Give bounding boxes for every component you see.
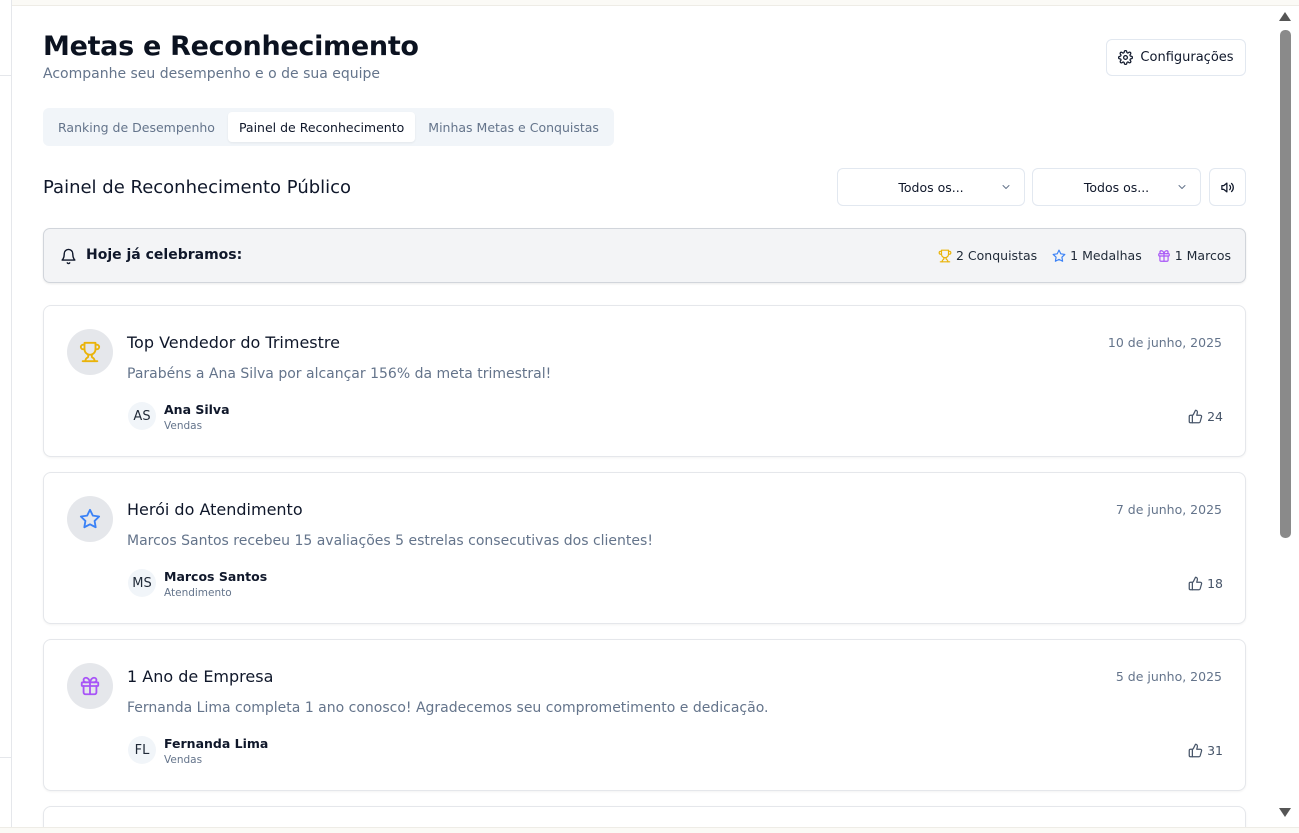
stat-milestones: 1 Marcos <box>1157 248 1231 263</box>
recognition-dialog: Metas e Reconhecimento Acompanhe seu des… <box>13 7 1276 827</box>
filter-select-2-value: Todos os... <box>1083 179 1150 195</box>
stat-achievements-label: 2 Conquistas <box>956 248 1038 263</box>
tab-my-goals[interactable]: Minhas Metas e Conquistas <box>417 112 610 142</box>
card-description: Marcos Santos recebeu 15 avaliações 5 es… <box>127 533 653 549</box>
recognition-card <box>43 806 1246 827</box>
card-description: Fernanda Lima completa 1 ano conosco! Ag… <box>127 700 769 716</box>
gear-icon <box>1118 50 1134 65</box>
avatar: AS <box>128 402 156 430</box>
scrollbar-thumb[interactable] <box>1280 30 1291 538</box>
like-button[interactable]: 18 <box>1188 576 1223 591</box>
card-date: 5 de junho, 2025 <box>1115 669 1222 684</box>
settings-button[interactable]: Configurações <box>1106 39 1246 76</box>
thumbs-up-icon <box>1188 576 1203 591</box>
like-count: 18 <box>1207 576 1223 591</box>
celebration-stats: 2 Conquistas 1 Medalhas 1 Marcos <box>938 248 1231 263</box>
avatar: FL <box>128 736 156 764</box>
filter-select-1-value: Todos os... <box>898 179 964 195</box>
section-title: Painel de Reconhecimento Público <box>43 177 352 198</box>
stat-medals-label: 1 Medalhas <box>1070 248 1142 263</box>
settings-button-label: Configurações <box>1140 50 1234 65</box>
person-department: Vendas <box>164 420 203 432</box>
sound-toggle-button[interactable] <box>1209 168 1246 206</box>
card-title: Herói do Atendimento <box>127 500 303 519</box>
like-button[interactable]: 24 <box>1188 409 1223 424</box>
star-icon <box>79 508 101 529</box>
today-celebrations-banner: Hoje já celebramos: 2 Conquistas 1 Medal… <box>43 228 1246 283</box>
speaker-icon <box>1221 182 1234 192</box>
recognition-card: Top Vendedor do Trimestre 10 de junho, 2… <box>43 305 1246 457</box>
person-department: Vendas <box>164 754 203 766</box>
card-icon-badge <box>67 329 113 375</box>
person-name: Marcos Santos <box>164 569 268 584</box>
card-icon-badge <box>67 663 113 709</box>
person-name: Ana Silva <box>164 402 230 417</box>
gift-icon <box>1157 249 1170 262</box>
bell-icon <box>61 248 76 265</box>
stat-achievements: 2 Conquistas <box>938 248 1037 263</box>
tab-list: Ranking de Desempenho Painel de Reconhec… <box>43 108 614 146</box>
background-page-edge <box>0 0 12 833</box>
like-count: 24 <box>1207 409 1223 424</box>
chevron-down-icon <box>1178 185 1186 189</box>
star-icon <box>1052 249 1066 262</box>
filter-select-1[interactable]: Todos os... <box>837 168 1025 206</box>
card-date: 10 de junho, 2025 <box>1107 335 1222 350</box>
person-name: Fernanda Lima <box>164 736 269 751</box>
card-title: Top Vendedor do Trimestre <box>127 333 340 352</box>
tab-recognition-panel[interactable]: Painel de Reconhecimento <box>227 112 416 142</box>
thumbs-up-icon <box>1188 409 1203 424</box>
like-button[interactable]: 31 <box>1188 743 1223 758</box>
window-top-edge <box>0 0 1299 6</box>
recognition-card: Herói do Atendimento 7 de junho, 2025 Ma… <box>43 472 1246 624</box>
tab-ranking[interactable]: Ranking de Desempenho <box>47 112 226 142</box>
page-title: Metas e Reconhecimento <box>43 31 419 62</box>
scroll-up-arrow-icon[interactable] <box>1279 12 1291 21</box>
avatar: MS <box>128 569 156 597</box>
card-description: Parabéns a Ana Silva por alcançar 156% d… <box>127 366 552 382</box>
like-count: 31 <box>1207 743 1223 758</box>
trophy-icon <box>79 341 101 363</box>
card-date: 7 de junho, 2025 <box>1115 502 1222 517</box>
stat-medals: 1 Medalhas <box>1052 248 1142 263</box>
trophy-icon <box>938 249 952 262</box>
stat-milestones-label: 1 Marcos <box>1174 248 1231 263</box>
filter-select-2[interactable]: Todos os... <box>1032 168 1201 206</box>
card-title: 1 Ano de Empresa <box>127 667 274 686</box>
celebrations-title: Hoje já celebramos: <box>86 247 243 263</box>
gift-icon <box>80 676 100 696</box>
card-icon-badge <box>67 496 113 542</box>
window-bottom-edge <box>0 827 1299 833</box>
chevron-down-icon <box>1002 185 1010 189</box>
person-department: Atendimento <box>164 587 232 599</box>
recognition-card: 1 Ano de Empresa 5 de junho, 2025 Fernan… <box>43 639 1246 791</box>
scroll-down-arrow-icon[interactable] <box>1279 808 1291 817</box>
thumbs-up-icon <box>1188 743 1203 758</box>
page-subtitle: Acompanhe seu desempenho e o de sua equi… <box>43 66 381 82</box>
